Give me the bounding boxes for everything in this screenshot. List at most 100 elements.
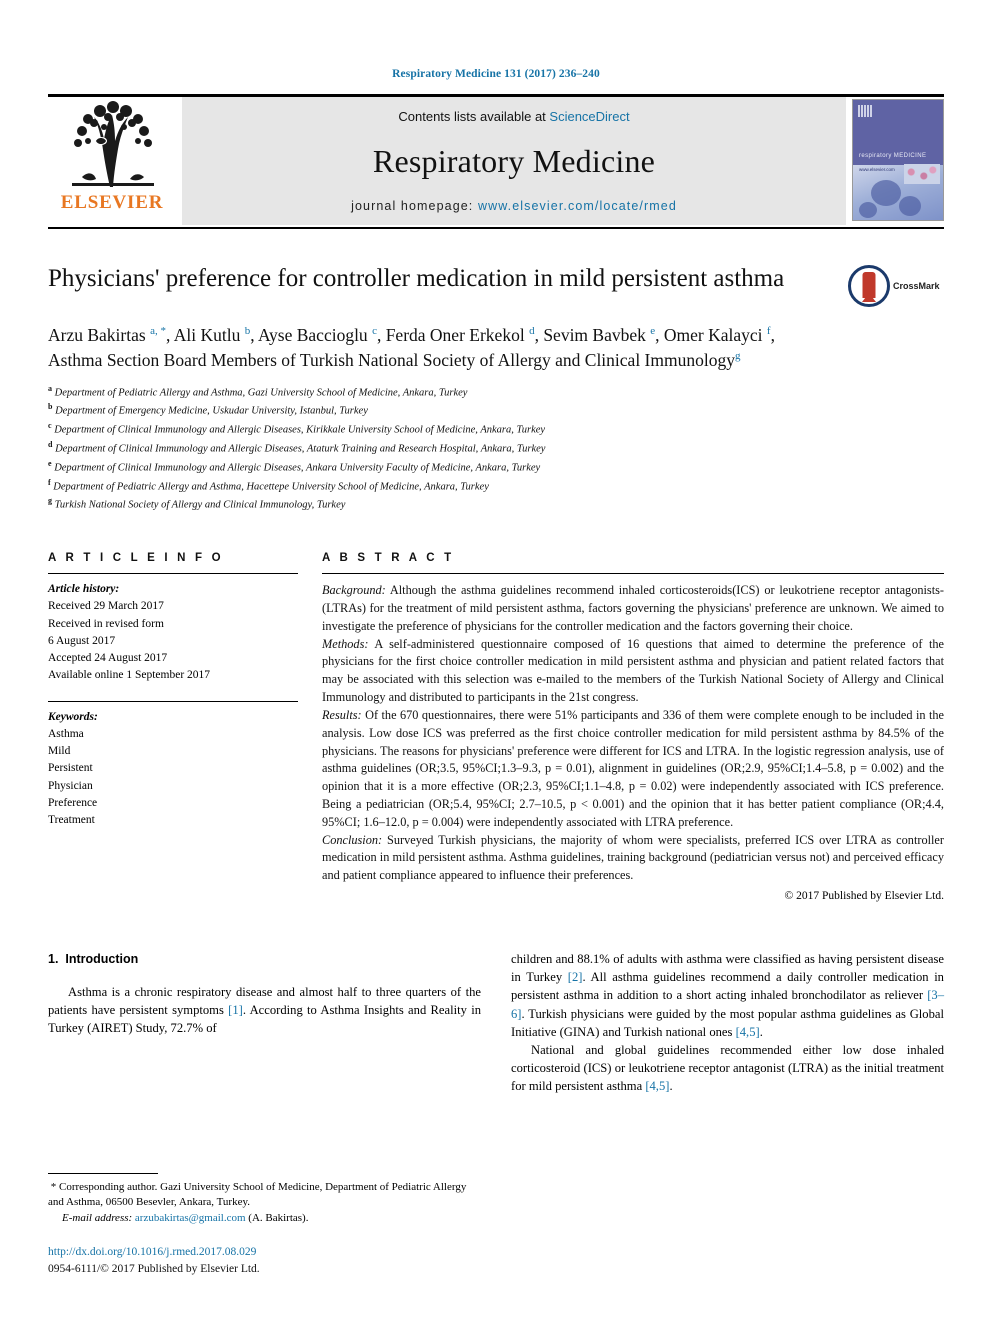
crossmark-icon <box>848 265 890 307</box>
elsevier-tree-icon <box>72 101 154 187</box>
abstract-section-label: Background: <box>322 583 386 598</box>
title-row: Physicians' preference for controller me… <box>48 263 944 307</box>
abstract-section: Background: Although the asthma guidelin… <box>322 582 944 635</box>
crossmark-label: CrossMark <box>893 281 940 291</box>
article-history-line: Accepted 24 August 2017 <box>48 652 168 665</box>
keyword-item: Treatment <box>48 814 95 827</box>
email-suffix: (A. Bakirtas). <box>245 1211 309 1224</box>
keywords-rule <box>48 700 298 702</box>
right-text-f: . <box>669 1079 673 1093</box>
abstract-section: Methods: A self-administered questionnai… <box>322 636 944 707</box>
journal-homepage-line: journal homepage: www.elsevier.com/locat… <box>351 199 677 213</box>
abstract-section-text: Surveyed Turkish physicians, the majorit… <box>322 832 944 883</box>
body-column-left: 1. Introduction Asthma is a chronic resp… <box>48 950 481 1095</box>
cover-cell-blob <box>871 180 901 206</box>
affiliation-marker: e <box>48 458 52 468</box>
article-info-column: A R T I C L E I N F O Article history: R… <box>48 552 322 902</box>
elsevier-logo: ELSEVIER <box>48 97 176 225</box>
affiliation-list: a Department of Pediatric Allergy and As… <box>48 383 944 514</box>
affiliation-item: b Department of Emergency Medicine, Usku… <box>48 402 368 417</box>
cover-cell-blob <box>859 202 877 218</box>
affiliation-item: g Turkish National Society of Allergy an… <box>48 496 346 511</box>
cover-elsevier-mark <box>858 105 872 117</box>
right-text-d: . <box>759 1024 763 1039</box>
footnote-block: * Corresponding author. Gazi University … <box>48 1172 480 1277</box>
abstract-copyright: © 2017 Published by Elsevier Ltd. <box>784 890 944 903</box>
keywords-label: Keywords: <box>48 710 98 723</box>
abstract-section-text: A self-administered questionnaire compos… <box>322 636 944 705</box>
crossmark-badge[interactable]: CrossMark <box>848 263 944 307</box>
section-number: 1. <box>48 952 59 967</box>
intro-paragraph-right-1: children and 88.1% of adults with asthma… <box>511 950 944 1041</box>
article-history-lines: Received 29 March 2017 Received in revise… <box>48 598 298 684</box>
journal-band: Contents lists available at ScienceDirec… <box>182 97 846 225</box>
article-history-line: Received in revised form <box>48 617 164 630</box>
abstract-section-label: Conclusion: <box>322 832 383 847</box>
affiliation-marker: g <box>48 496 52 506</box>
info-abstract-row: A R T I C L E I N F O Article history: R… <box>48 552 944 902</box>
abstract-section: Results: Of the 670 questionnaires, ther… <box>322 707 944 832</box>
affiliation-item: e Department of Clinical Immunology and … <box>48 458 541 474</box>
affiliation-marker: b <box>48 402 53 412</box>
corresponding-author-note: * Corresponding author. Gazi University … <box>48 1180 480 1211</box>
article-history-line: Available online 1 September 2017 <box>48 669 211 682</box>
cover-cell-blob <box>899 196 921 216</box>
affiliation-item: a Department of Pediatric Allergy and As… <box>48 383 468 399</box>
article-history-line: Received 29 March 2017 <box>48 600 164 613</box>
article-history-block: Article history: Received 29 March 2017 R… <box>48 581 298 685</box>
sciencedirect-link[interactable]: ScienceDirect <box>549 109 629 124</box>
email-label: E-mail address: <box>62 1211 133 1224</box>
keyword-item: Mild <box>48 745 71 758</box>
running-head: Respiratory Medicine 131 (2017) 236–240 <box>392 68 600 80</box>
email-link[interactable]: arzubakirtas@gmail.com <box>135 1212 246 1224</box>
intro-paragraph-left: Asthma is a chronic respiratory disease … <box>48 983 481 1037</box>
abstract-rule <box>322 573 944 575</box>
keyword-item: Asthma <box>48 727 84 740</box>
cover-url-text: www.elsevier.com <box>859 167 895 173</box>
citation-4-5[interactable]: [4,5] <box>736 1025 760 1039</box>
journal-masthead: ELSEVIER Contents lists available at Sci… <box>48 97 944 225</box>
body-column-right: children and 88.1% of adults with asthma… <box>511 950 944 1095</box>
affiliation-marker: d <box>48 439 53 449</box>
doi-link[interactable]: http://dx.doi.org/10.1016/j.rmed.2017.08… <box>48 1244 480 1260</box>
abstract-column: A B S T R A C T Background: Although the… <box>322 552 944 902</box>
page-title: Physicians' preference for controller me… <box>48 265 785 292</box>
citation-2[interactable]: [2] <box>568 970 583 984</box>
journal-cover-thumbnail: respiratory MEDICINE www.elsevier.com <box>852 99 944 221</box>
article-history-line: 6 August 2017 <box>48 634 116 647</box>
article-info-heading: A R T I C L E I N F O <box>48 552 224 565</box>
journal-title: Respiratory Medicine <box>372 143 656 179</box>
section-title: Introduction <box>65 952 139 967</box>
issn-copyright: 0954-6111/© 2017 Published by Elsevier L… <box>48 1262 260 1275</box>
affiliation-marker: a <box>48 383 52 393</box>
abstract-body: Background: Although the asthma guidelin… <box>322 582 944 885</box>
abstract-section-text: Although the asthma guidelines recommend… <box>322 583 944 633</box>
cover-inset-image <box>904 163 940 184</box>
cover-title-text: respiratory MEDICINE <box>859 152 927 159</box>
article-page: Respiratory Medicine 131 (2017) 236–240 <box>0 0 992 1323</box>
masthead-bottom-rule <box>48 227 944 229</box>
journal-homepage-link[interactable]: www.elsevier.com/locate/rmed <box>478 199 677 213</box>
keyword-item: Persistent <box>48 762 93 775</box>
article-history-label: Article history: <box>48 583 120 596</box>
elsevier-wordmark: ELSEVIER <box>60 192 164 213</box>
body-columns: 1. Introduction Asthma is a chronic resp… <box>48 950 944 1095</box>
email-note: E-mail address: arzubakirtas@gmail.com (… <box>48 1211 480 1227</box>
keyword-item: Preference <box>48 796 98 809</box>
affiliation-marker: f <box>48 477 51 487</box>
author-list: Arzu Bakirtas a, *, Ali Kutlu b, Ayse Ba… <box>48 325 775 370</box>
contents-available-line: Contents lists available at ScienceDirec… <box>398 109 629 124</box>
keywords-block: Keywords: Asthma Mild Persistent Physician P… <box>48 700 298 830</box>
citation-1[interactable]: [1] <box>228 1003 243 1017</box>
abstract-section-label: Methods: <box>322 636 369 651</box>
homepage-prefix: journal homepage: <box>351 199 478 213</box>
section-heading-introduction: 1. Introduction <box>48 950 481 968</box>
affiliation-item: d Department of Clinical Immunology and … <box>48 439 546 455</box>
abstract-section-label: Results: <box>322 707 362 722</box>
affiliation-marker: c <box>48 421 52 431</box>
intro-paragraph-right-2: National and global guidelines recommend… <box>511 1041 944 1095</box>
keyword-item: Physician <box>48 779 93 792</box>
article-info-rule <box>48 573 298 575</box>
right-text-c: . Turkish physicians were guided by the … <box>511 1006 944 1039</box>
citation-4-5-b[interactable]: [4,5] <box>645 1079 669 1093</box>
